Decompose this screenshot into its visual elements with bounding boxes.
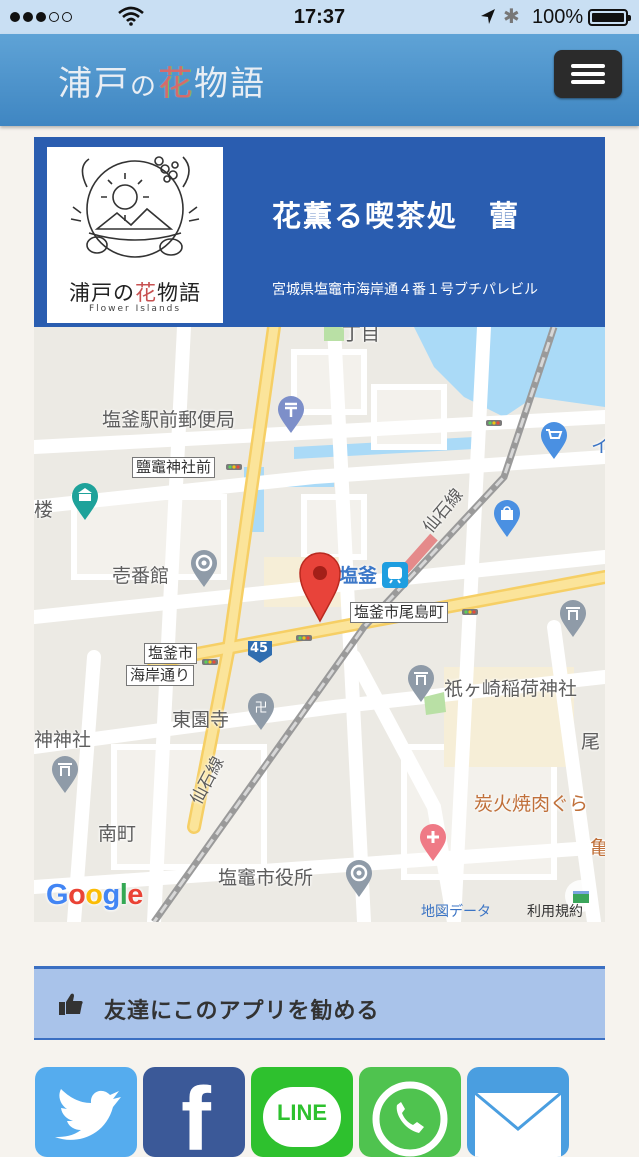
map-label-onoshima: 塩釜市尾島町 — [350, 602, 449, 623]
train-station-icon — [382, 562, 408, 588]
traffic-light-icon-5 — [296, 635, 312, 641]
location-arrow-icon — [481, 9, 495, 24]
city-hall-icon — [346, 860, 372, 897]
recommend-label: 友達にこのアプリを勧める — [104, 999, 380, 1024]
map-label-chome: 丁目 — [342, 327, 381, 345]
map-view[interactable]: 丁目 塩釜駅前郵便局 鹽竈神社前 楼 壱番館 塩釜 塩釜市尾島町 塩釜市 海岸通… — [34, 327, 605, 922]
app-header: 浦戸の花物語 — [0, 34, 639, 126]
shrine-icon-2 — [52, 756, 78, 793]
map-label-ichibankan: 壱番館 — [112, 565, 170, 587]
map-label-kaigan-1: 塩釜市 — [144, 643, 198, 664]
whatsapp-share-button[interactable] — [359, 1067, 461, 1157]
google-letter: o — [85, 879, 103, 911]
logo-text: 浦戸の花物語 — [69, 281, 201, 305]
recommend-app-button[interactable]: 友達にこのアプリを勧める — [34, 966, 605, 1040]
flower-wreath-icon — [70, 156, 200, 258]
traffic-light-icon — [226, 464, 242, 470]
museum-icon — [72, 483, 98, 520]
location-marker-icon[interactable] — [298, 551, 342, 623]
traffic-light-icon-2 — [486, 420, 502, 426]
store-card: 浦戸の花物語 Flower Islands 花薫る喫茶処 蕾 宮城県塩竈市海岸通… — [34, 137, 605, 327]
hospital-icon — [420, 824, 446, 861]
map-label-jinja: 神神社 — [34, 729, 92, 751]
store-name: 花薫る喫茶処 蕾 — [272, 199, 521, 233]
mail-share-button[interactable] — [467, 1067, 569, 1157]
mail-envelope-icon — [474, 1091, 562, 1157]
post-office-icon — [278, 396, 304, 433]
landmark-icon — [191, 550, 217, 587]
battery-icon — [588, 9, 631, 26]
svg-text:卍: 卍 — [254, 701, 267, 716]
temple-icon: 卍 — [248, 693, 274, 730]
shopping-cart-icon — [541, 422, 567, 459]
shopping-bag-icon — [494, 500, 520, 537]
map-label-minamimachi: 南町 — [98, 823, 137, 845]
map-label-o: 尾 — [581, 731, 601, 753]
battery-percentage: 100% — [532, 6, 584, 28]
thumbs-up-icon — [59, 993, 83, 1015]
map-label-i: イ — [591, 435, 605, 457]
map-label-kaigan-2: 海岸通り — [126, 665, 195, 686]
route-number: 45 — [250, 641, 269, 656]
map-label-station: 塩釜 — [339, 565, 378, 587]
map-label-inari: 祇ヶ崎稲荷神社 — [444, 678, 578, 700]
map-data-link[interactable]: 地図データ — [421, 901, 491, 921]
store-logo: 浦戸の花物語 Flower Islands — [47, 147, 223, 323]
traffic-light-icon-4 — [202, 659, 218, 665]
google-letter: g — [102, 879, 121, 911]
menu-button[interactable] — [554, 50, 622, 98]
google-letter: G — [46, 879, 69, 911]
facebook-f-icon: f — [181, 1070, 211, 1157]
map-label-yakiniku: 炭火焼肉ぐら — [474, 793, 589, 815]
store-address: 宮城県塩竈市海岸通４番１号ブチパレビル — [272, 282, 538, 298]
map-label-toenji: 東園寺 — [172, 709, 230, 731]
google-logo: Google — [46, 879, 143, 912]
status-bar: 17:37 ✱ 100% — [0, 0, 639, 34]
app-title: 浦戸の花物語 — [58, 64, 267, 104]
map-label-ro: 楼 — [34, 499, 54, 521]
google-letter: e — [127, 879, 143, 911]
map-label-post-office: 塩釜駅前郵便局 — [102, 409, 236, 431]
shrine-icon-3 — [560, 600, 586, 637]
shrine-icon — [408, 665, 434, 702]
facebook-share-button[interactable]: f — [143, 1067, 245, 1157]
terms-link[interactable]: 利用規約 — [527, 901, 583, 921]
map-label-kame: 亀 — [590, 837, 605, 859]
logo-subtitle: Flower Islands — [88, 304, 182, 314]
line-share-button[interactable]: LINE — [251, 1067, 353, 1157]
line-label: LINE — [276, 1100, 328, 1125]
map-label-shrine-front: 鹽竈神社前 — [132, 457, 216, 478]
map-label-city-hall: 塩竈市役所 — [218, 867, 314, 889]
twitter-bird-icon — [55, 1089, 121, 1140]
traffic-light-icon-3 — [462, 609, 478, 615]
google-letter: o — [68, 879, 86, 911]
bluetooth-icon: ✱ — [503, 6, 520, 28]
twitter-share-button[interactable] — [35, 1067, 137, 1157]
whatsapp-phone-icon — [372, 1081, 448, 1157]
